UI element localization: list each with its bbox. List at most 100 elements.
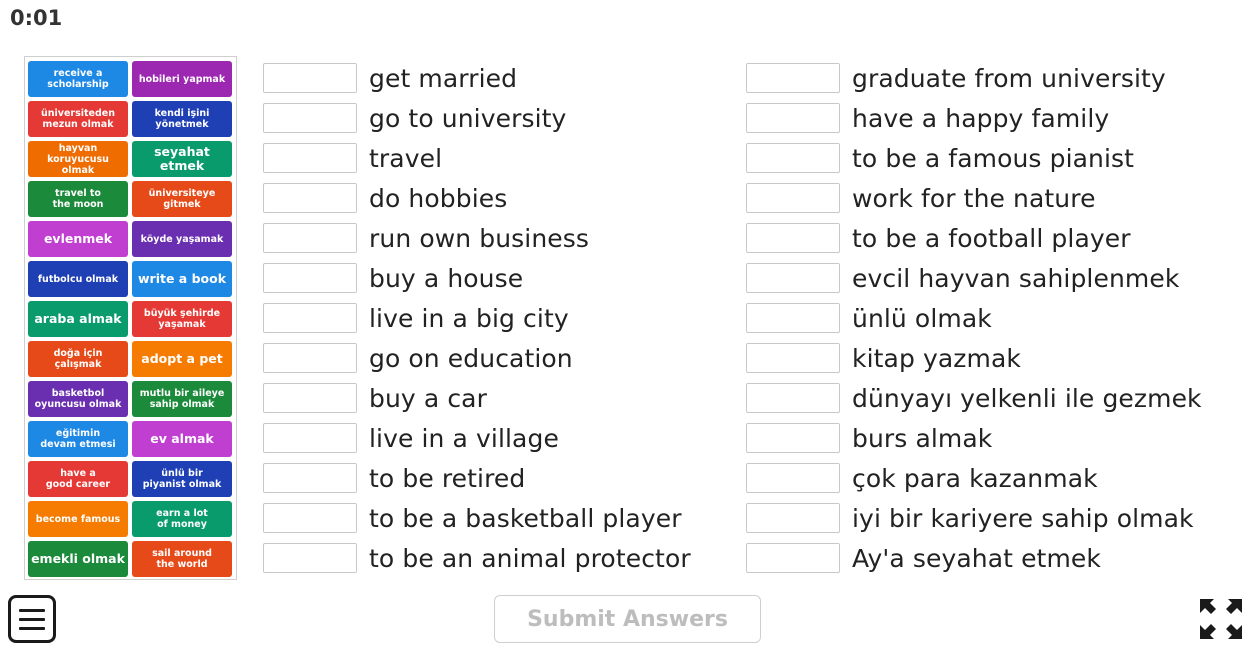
- answer-tile[interactable]: üniversiteden mezun olmak: [28, 101, 128, 137]
- left-match-label: live in a big city: [369, 303, 569, 333]
- tile-palette: receive a scholarship hobileri yapmak üniv…: [24, 56, 237, 580]
- right-match-label: kitap yazmak: [852, 343, 1021, 373]
- answer-tile[interactable]: büyük şehirde yaşamak: [132, 301, 232, 337]
- left-match-row: live in a village: [263, 422, 559, 454]
- right-match-column: graduate from university have a happy fam…: [746, 62, 1246, 582]
- drop-slot[interactable]: [746, 343, 840, 373]
- right-match-label: graduate from university: [852, 63, 1166, 93]
- answer-tile[interactable]: üniversiteye gitmek: [132, 181, 232, 217]
- answer-tile[interactable]: evlenmek: [28, 221, 128, 257]
- drop-slot[interactable]: [746, 223, 840, 253]
- left-match-row: do hobbies: [263, 182, 507, 214]
- right-match-label: dünyayı yelkenli ile gezmek: [852, 383, 1202, 413]
- answer-tile[interactable]: araba almak: [28, 301, 128, 337]
- left-match-row: to be an animal protector: [263, 542, 691, 574]
- drop-slot[interactable]: [263, 223, 357, 253]
- answer-tile[interactable]: ünlü bir piyanist olmak: [132, 461, 232, 497]
- fullscreen-icon[interactable]: [1198, 597, 1244, 641]
- left-match-label: live in a village: [369, 423, 559, 453]
- drop-slot[interactable]: [746, 103, 840, 133]
- drop-slot[interactable]: [746, 303, 840, 333]
- drop-slot[interactable]: [263, 183, 357, 213]
- answer-tile[interactable]: write a book: [132, 261, 232, 297]
- right-match-label: iyi bir kariyere sahip olmak: [852, 503, 1194, 533]
- drop-slot[interactable]: [746, 263, 840, 293]
- right-match-label: Ay'a seyahat etmek: [852, 543, 1101, 573]
- drop-slot[interactable]: [746, 383, 840, 413]
- answer-tile[interactable]: futbolcu olmak: [28, 261, 128, 297]
- right-match-row: graduate from university: [746, 62, 1166, 94]
- right-match-row: ünlü olmak: [746, 302, 992, 334]
- drop-slot[interactable]: [746, 423, 840, 453]
- answer-tile[interactable]: become famous: [28, 501, 128, 537]
- left-match-label: buy a car: [369, 383, 487, 413]
- right-match-row: kitap yazmak: [746, 342, 1021, 374]
- right-match-label: ünlü olmak: [852, 303, 992, 333]
- drop-slot[interactable]: [746, 503, 840, 533]
- left-match-label: go on education: [369, 343, 573, 373]
- answer-tile[interactable]: doğa için çalışmak: [28, 341, 128, 377]
- drop-slot[interactable]: [263, 463, 357, 493]
- answer-tile[interactable]: emekli olmak: [28, 541, 128, 577]
- answer-tile[interactable]: have a good career: [28, 461, 128, 497]
- answer-tile[interactable]: hobileri yapmak: [132, 61, 232, 97]
- answer-tile[interactable]: basketbol oyuncusu olmak: [28, 381, 128, 417]
- drop-slot[interactable]: [263, 103, 357, 133]
- right-match-row: Ay'a seyahat etmek: [746, 542, 1101, 574]
- right-match-label: to be a famous pianist: [852, 143, 1135, 173]
- menu-icon: [19, 608, 45, 612]
- left-match-row: travel: [263, 142, 442, 174]
- left-match-row: to be a basketball player: [263, 502, 682, 534]
- right-match-row: to be a football player: [746, 222, 1131, 254]
- right-match-label: to be a football player: [852, 223, 1131, 253]
- drop-slot[interactable]: [263, 503, 357, 533]
- left-match-row: live in a big city: [263, 302, 569, 334]
- drop-slot[interactable]: [263, 543, 357, 573]
- answer-tile[interactable]: eğitimin devam etmesi: [28, 421, 128, 457]
- right-match-row: burs almak: [746, 422, 992, 454]
- left-match-label: buy a house: [369, 263, 524, 293]
- answer-tile[interactable]: sail around the world: [132, 541, 232, 577]
- left-match-row: to be retired: [263, 462, 525, 494]
- right-match-row: iyi bir kariyere sahip olmak: [746, 502, 1194, 534]
- left-match-label: go to university: [369, 103, 567, 133]
- left-match-label: do hobbies: [369, 183, 508, 213]
- drop-slot[interactable]: [263, 63, 357, 93]
- right-match-row: dünyayı yelkenli ile gezmek: [746, 382, 1202, 414]
- answer-tile[interactable]: receive a scholarship: [28, 61, 128, 97]
- answer-tile[interactable]: mutlu bir aileye sahip olmak: [132, 381, 232, 417]
- left-match-label: travel: [369, 143, 443, 173]
- drop-slot[interactable]: [746, 463, 840, 493]
- drop-slot[interactable]: [263, 303, 357, 333]
- drop-slot[interactable]: [746, 543, 840, 573]
- drop-slot[interactable]: [263, 263, 357, 293]
- menu-button[interactable]: [8, 595, 56, 643]
- left-match-label: to be retired: [369, 463, 526, 493]
- drop-slot[interactable]: [746, 183, 840, 213]
- left-match-row: go to university: [263, 102, 566, 134]
- right-match-row: have a happy family: [746, 102, 1109, 134]
- left-match-column: get married go to university travel do hobb…: [263, 62, 733, 582]
- answer-tile[interactable]: köyde yaşamak: [132, 221, 232, 257]
- answer-tile[interactable]: travel to the moon: [28, 181, 128, 217]
- left-match-row: go on education: [263, 342, 573, 374]
- right-match-label: çok para kazanmak: [852, 463, 1098, 493]
- answer-tile[interactable]: ev almak: [132, 421, 232, 457]
- submit-answers-button[interactable]: Submit Answers: [494, 595, 761, 643]
- answer-tile[interactable]: kendi işini yönetmek: [132, 101, 232, 137]
- answer-tile[interactable]: adopt a pet: [132, 341, 232, 377]
- left-match-row: buy a car: [263, 382, 487, 414]
- answer-tile[interactable]: earn a lot of money: [132, 501, 232, 537]
- answer-tile[interactable]: seyahat etmek: [132, 141, 232, 177]
- right-match-row: çok para kazanmak: [746, 462, 1098, 494]
- left-match-label: get married: [369, 63, 518, 93]
- drop-slot[interactable]: [263, 383, 357, 413]
- right-match-row: work for the nature: [746, 182, 1096, 214]
- drop-slot[interactable]: [263, 143, 357, 173]
- left-match-label: to be an animal protector: [369, 543, 691, 573]
- answer-tile[interactable]: hayvan koruyucusu olmak: [28, 141, 128, 177]
- drop-slot[interactable]: [746, 143, 840, 173]
- drop-slot[interactable]: [263, 343, 357, 373]
- drop-slot[interactable]: [263, 423, 357, 453]
- drop-slot[interactable]: [746, 63, 840, 93]
